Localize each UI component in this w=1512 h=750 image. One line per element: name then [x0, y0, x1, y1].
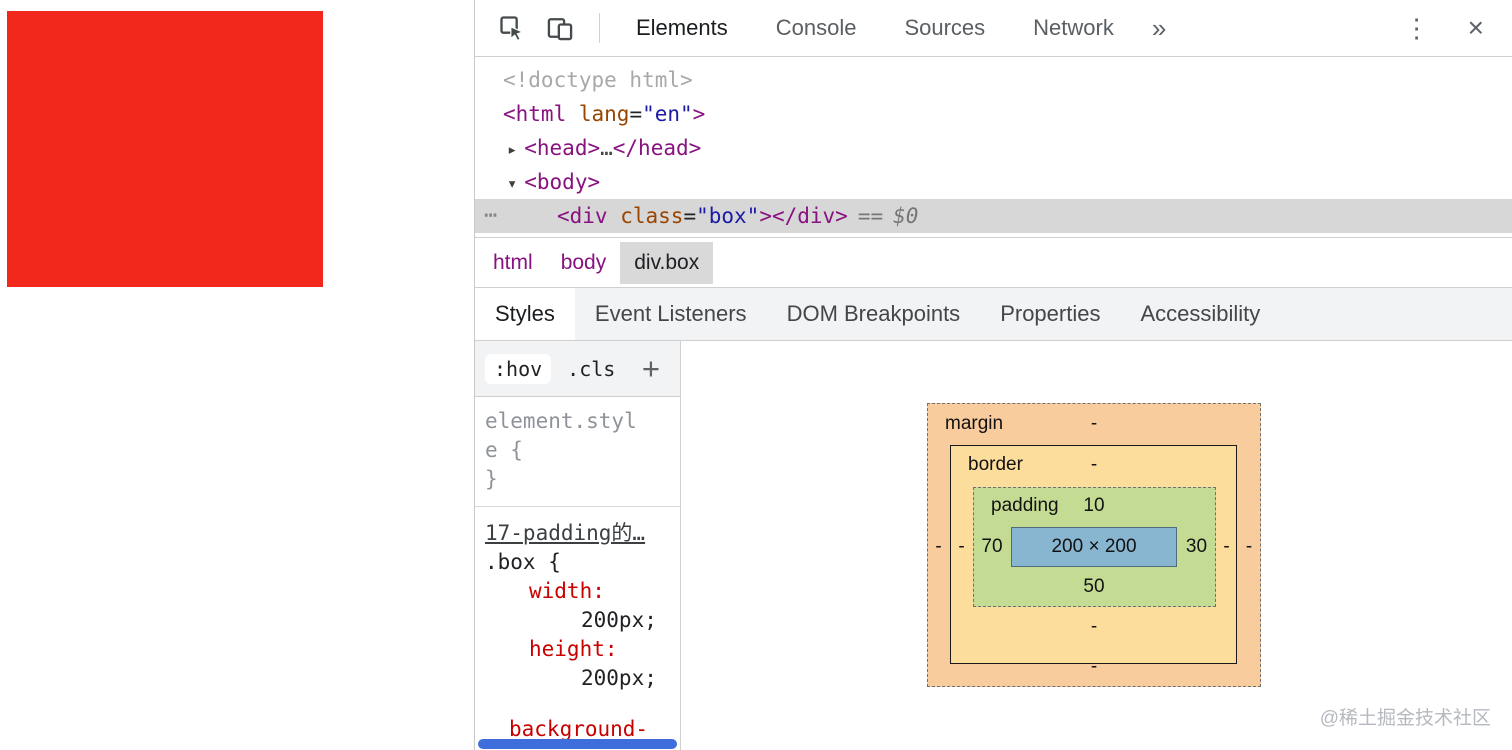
devtools-panel: Elements Console Sources Network » ⋮ × <… [474, 0, 1512, 750]
dom-line-html[interactable]: <html lang="en"> [475, 97, 1512, 131]
declaration-height[interactable]: height: 200px; [485, 635, 670, 693]
screen: Elements Console Sources Network » ⋮ × <… [0, 0, 1512, 750]
box-model-diagram: 200 × 200 margin - border - padding 10 -… [927, 403, 1261, 687]
devtools-toolbar: Elements Console Sources Network » ⋮ × [475, 0, 1512, 57]
more-actions-dots-icon[interactable]: ⋯ [484, 199, 498, 233]
collapse-arrow-icon[interactable]: ▾ [507, 174, 517, 194]
tag-open-token: <head> [524, 136, 601, 160]
styles-filter-bar: :hov .cls + [475, 341, 680, 397]
dom-line-doctype[interactable]: <!doctype html> [475, 63, 1512, 97]
attr-value-token: "box" [696, 204, 760, 228]
border-bottom-value[interactable]: - [927, 616, 1261, 638]
property-name[interactable]: background- [509, 717, 648, 741]
expand-arrow-icon[interactable]: ▸ [507, 140, 517, 160]
element-style-section[interactable]: element.style {} [475, 397, 680, 507]
tab-styles[interactable]: Styles [475, 288, 575, 340]
equals-token: = [629, 102, 643, 126]
dom-line-div-box-selected[interactable]: ⋯ <div class="box"></div> == $0 [475, 199, 1512, 233]
ellipsis-token: … [600, 136, 613, 160]
dollar-zero-token: $0 [893, 204, 919, 228]
property-name[interactable]: height: [529, 637, 618, 661]
equals-token: = [683, 204, 697, 228]
padding-top-value[interactable]: 10 [927, 495, 1261, 517]
padding-bottom-value[interactable]: 50 [927, 576, 1261, 598]
attr-value-token: "en" [642, 102, 693, 126]
padding-right-value[interactable]: 30 [1177, 536, 1216, 558]
attr-name-token: class [620, 204, 684, 228]
tag-open-token: <html [503, 102, 579, 126]
box-model-area: 200 × 200 margin - border - padding 10 -… [681, 341, 1512, 750]
menu-icon[interactable]: ⋮ [1404, 13, 1430, 44]
tab-console[interactable]: Console [752, 0, 881, 56]
rule-selector[interactable]: .box { [485, 548, 670, 577]
tab-properties[interactable]: Properties [980, 288, 1120, 340]
box-rule-section: 17-padding的… .box { width: 200px; height… [475, 507, 680, 744]
element-style-header: element.style { [485, 409, 637, 462]
breadcrumb: html body div.box [475, 237, 1512, 287]
dom-line-head[interactable]: ▸ <head>…</head> [475, 131, 1512, 165]
margin-bottom-value[interactable]: - [927, 656, 1261, 678]
tag-close-token: ></div> [759, 204, 848, 228]
inspect-icon[interactable] [495, 11, 529, 45]
tab-event-listeners[interactable]: Event Listeners [575, 288, 767, 340]
tab-network[interactable]: Network [1009, 0, 1138, 56]
page-viewport [0, 0, 474, 750]
tag-close-token: </head> [612, 136, 702, 160]
close-icon[interactable]: × [1468, 12, 1484, 44]
dom-line-body[interactable]: ▾ <body> [475, 165, 1512, 199]
stylesheet-source-link[interactable]: 17-padding的… [485, 519, 670, 548]
doctype-token: <!doctype html> [503, 68, 693, 92]
margin-left-value[interactable]: - [927, 536, 950, 558]
breadcrumb-html[interactable]: html [479, 242, 547, 284]
padding-left-value[interactable]: 70 [973, 536, 1011, 558]
tag-open-token: <body> [524, 170, 601, 194]
property-value[interactable]: 200px; [581, 666, 657, 690]
tab-accessibility[interactable]: Accessibility [1120, 288, 1280, 340]
panel-tabs: Elements Console Sources Network [612, 0, 1138, 56]
double-equals-token: == [857, 204, 884, 228]
horizontal-scrollbar-thumb[interactable] [478, 739, 677, 749]
tab-sources[interactable]: Sources [880, 0, 1009, 56]
margin-right-value[interactable]: - [1237, 536, 1261, 558]
more-tabs-icon[interactable]: » [1152, 13, 1166, 44]
elements-sidebar-content: :hov .cls + element.style {} 17-padding的… [475, 341, 1512, 750]
page-red-box [7, 11, 323, 287]
tab-dom-breakpoints[interactable]: DOM Breakpoints [767, 288, 981, 340]
watermark: @稀土掘金技术社区 [1319, 708, 1491, 729]
class-toggle[interactable]: .cls [567, 357, 615, 381]
tab-elements[interactable]: Elements [612, 0, 752, 56]
toolbar-separator [599, 13, 600, 43]
property-name[interactable]: width: [529, 579, 605, 603]
margin-top-value[interactable]: - [927, 413, 1261, 435]
pseudo-state-toggle[interactable]: :hov [485, 353, 552, 384]
styles-pane: :hov .cls + element.style {} 17-padding的… [475, 341, 681, 750]
breadcrumb-div-box[interactable]: div.box [620, 241, 714, 284]
sidebar-tabbar: Styles Event Listeners DOM Breakpoints P… [475, 287, 1512, 341]
attr-name-token: lang [578, 102, 630, 126]
toolbar-right: ⋮ × [1404, 12, 1484, 44]
border-left-value[interactable]: - [950, 536, 973, 558]
breadcrumb-body[interactable]: body [547, 242, 621, 284]
tag-close-token: > [692, 102, 706, 126]
border-top-value[interactable]: - [927, 454, 1261, 476]
tag-open-token: <div [557, 204, 621, 228]
property-value[interactable]: 200px; [581, 608, 657, 632]
element-style-close-brace: } [485, 467, 498, 491]
border-right-value[interactable]: - [1216, 536, 1237, 558]
declaration-width[interactable]: width: 200px; [485, 577, 670, 635]
box-model-content[interactable]: 200 × 200 [1011, 527, 1177, 567]
device-toolbar-icon[interactable] [543, 11, 577, 45]
dom-tree: <!doctype html> <html lang="en"> ▸ <head>… [475, 57, 1512, 237]
new-style-rule-plus-icon[interactable]: + [642, 353, 660, 384]
